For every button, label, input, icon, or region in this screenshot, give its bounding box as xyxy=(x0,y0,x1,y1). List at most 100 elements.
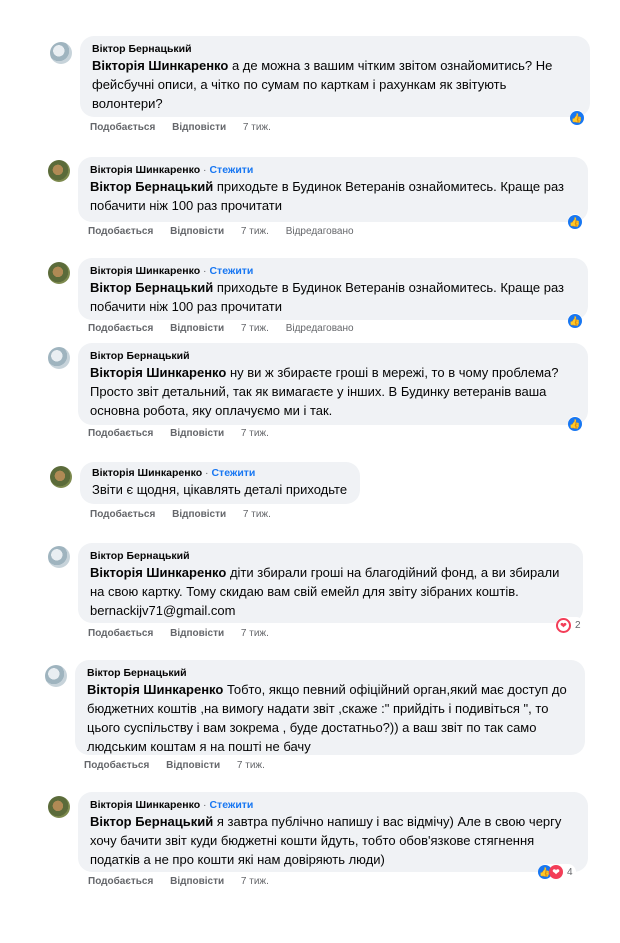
timestamp[interactable]: 7 тиж. xyxy=(241,876,269,887)
timestamp[interactable]: 7 тиж. xyxy=(241,323,269,334)
reaction-summary[interactable]: ❤ 2 xyxy=(556,617,584,633)
follow-button[interactable]: Стежити xyxy=(211,467,255,479)
comment-text: Віктор Бернацький я завтра публічно напи… xyxy=(90,812,576,869)
like-button[interactable]: Подобається xyxy=(88,628,153,639)
separator-dot: · xyxy=(203,799,207,811)
mention-link[interactable]: Віктор Бернацький xyxy=(90,814,213,829)
author-name[interactable]: Вікторія Шинкаренко xyxy=(90,164,200,176)
comment-bubble: Віктор Бернацький Вікторія Шинкаренко То… xyxy=(75,660,585,755)
comment-text: Віктор Бернацький приходьте в Будинок Ве… xyxy=(90,177,576,215)
mention-link[interactable]: Вікторія Шинкаренко xyxy=(87,682,223,697)
comment-text: Віктор Бернацький приходьте в Будинок Ве… xyxy=(90,278,576,316)
like-icon: 👍 xyxy=(570,111,584,125)
author-name[interactable]: Віктор Бернацький xyxy=(92,43,192,55)
comment-actions: Подобається Відповісти 7 тиж. xyxy=(90,509,285,520)
like-button[interactable]: Подобається xyxy=(84,760,149,771)
author-name[interactable]: Віктор Бернацький xyxy=(90,350,190,362)
reaction-summary[interactable]: 👍 xyxy=(568,313,582,329)
author-name[interactable]: Вікторія Шинкаренко xyxy=(90,265,200,277)
comment-author-line: Віктор Бернацький xyxy=(92,42,578,56)
mention-link[interactable]: Вікторія Шинкаренко xyxy=(90,365,226,380)
avatar[interactable] xyxy=(50,466,72,488)
comment-bubble: Віктор Бернацький Вікторія Шинкаренко ну… xyxy=(78,343,588,425)
reply-button[interactable]: Відповісти xyxy=(170,323,224,334)
comment-bubble: Вікторія Шинкаренко · Стежити Віктор Бер… xyxy=(78,792,588,872)
follow-button[interactable]: Стежити xyxy=(209,799,253,811)
mention-link[interactable]: Віктор Бернацький xyxy=(90,280,213,295)
comment-text: Вікторія Шинкаренко Тобто, якщо певний о… xyxy=(87,680,573,756)
comment-bubble: Вікторія Шинкаренко · Стежити Віктор Бер… xyxy=(78,258,588,320)
reply-button[interactable]: Відповісти xyxy=(172,122,226,133)
comment-author-line: Віктор Бернацький xyxy=(90,549,571,563)
author-name[interactable]: Вікторія Шинкаренко xyxy=(90,799,200,811)
reply-button[interactable]: Відповісти xyxy=(170,428,224,439)
author-name[interactable]: Віктор Бернацький xyxy=(87,667,187,679)
like-button[interactable]: Подобається xyxy=(90,509,155,520)
comment-bubble: Віктор Бернацький Вікторія Шинкаренко ді… xyxy=(78,543,583,623)
comment-actions: Подобається Відповісти 7 тиж. xyxy=(88,628,283,639)
edited-label: Відредаговано xyxy=(285,226,354,237)
timestamp[interactable]: 7 тиж. xyxy=(241,628,269,639)
author-name[interactable]: Віктор Бернацький xyxy=(90,550,190,562)
separator-dot: · xyxy=(205,467,209,479)
comment-body: Звіти є щодня, цікавлять деталі приходьт… xyxy=(92,482,348,497)
comment-actions: Подобається Відповісти 7 тиж. xyxy=(84,760,279,771)
reaction-summary[interactable]: 👍 xyxy=(570,110,584,126)
reaction-count: 2 xyxy=(575,619,581,631)
edited-label: Відредаговано xyxy=(285,323,354,334)
avatar[interactable] xyxy=(48,262,70,284)
comment-bubble: Вікторія Шинкаренко · Стежити Звіти є що… xyxy=(80,462,360,504)
timestamp[interactable]: 7 тиж. xyxy=(241,226,269,237)
like-button[interactable]: Подобається xyxy=(88,876,153,887)
timestamp[interactable]: 7 тиж. xyxy=(241,428,269,439)
like-button[interactable]: Подобається xyxy=(88,323,153,334)
timestamp[interactable]: 7 тиж. xyxy=(243,509,271,520)
comment-bubble: Віктор Бернацький Вікторія Шинкаренко а … xyxy=(80,36,590,117)
reaction-summary[interactable]: 👍 xyxy=(568,416,582,432)
reply-button[interactable]: Відповісти xyxy=(172,509,226,520)
avatar[interactable] xyxy=(48,796,70,818)
like-button[interactable]: Подобається xyxy=(88,428,153,439)
like-button[interactable]: Подобається xyxy=(90,122,155,133)
comment-actions: Подобається Відповісти 7 тиж. Відредагов… xyxy=(88,226,368,237)
reply-button[interactable]: Відповісти xyxy=(170,628,224,639)
avatar[interactable] xyxy=(45,665,67,687)
separator-dot: · xyxy=(203,164,207,176)
reaction-summary[interactable]: 👍 ❤ 4 xyxy=(538,864,576,880)
reply-button[interactable]: Відповісти xyxy=(170,226,224,237)
like-icon: 👍 xyxy=(568,417,582,431)
comment-text: Звіти є щодня, цікавлять деталі приходьт… xyxy=(92,480,348,499)
comment-author-line: Віктор Бернацький xyxy=(87,666,573,680)
comment-author-line: Вікторія Шинкаренко · Стежити xyxy=(90,163,576,177)
comment-actions: Подобається Відповісти 7 тиж. xyxy=(88,428,283,439)
like-button[interactable]: Подобається xyxy=(88,226,153,237)
follow-button[interactable]: Стежити xyxy=(209,265,253,277)
comment-actions: Подобається Відповісти 7 тиж. xyxy=(90,122,285,133)
comment-actions: Подобається Відповісти 7 тиж. xyxy=(88,876,283,887)
reaction-count: 4 xyxy=(567,866,573,878)
avatar[interactable] xyxy=(48,347,70,369)
comment-text: Вікторія Шинкаренко а де можна з вашим ч… xyxy=(92,56,578,113)
reaction-summary[interactable]: 👍 xyxy=(568,214,582,230)
mention-link[interactable]: Вікторія Шинкаренко xyxy=(92,58,228,73)
avatar[interactable] xyxy=(50,42,72,64)
avatar[interactable] xyxy=(48,160,70,182)
reply-button[interactable]: Відповісти xyxy=(170,876,224,887)
comment-author-line: Віктор Бернацький xyxy=(90,349,576,363)
comment-bubble: Вікторія Шинкаренко · Стежити Віктор Бер… xyxy=(78,157,588,222)
comment-text: Вікторія Шинкаренко ну ви ж збираєте гро… xyxy=(90,363,576,420)
reply-button[interactable]: Відповісти xyxy=(166,760,220,771)
mention-link[interactable]: Вікторія Шинкаренко xyxy=(90,565,226,580)
like-icon: 👍 xyxy=(568,215,582,229)
mention-link[interactable]: Віктор Бернацький xyxy=(90,179,213,194)
timestamp[interactable]: 7 тиж. xyxy=(243,122,271,133)
comment-actions: Подобається Відповісти 7 тиж. Відредагов… xyxy=(88,323,368,334)
follow-button[interactable]: Стежити xyxy=(209,164,253,176)
comment-author-line: Вікторія Шинкаренко · Стежити xyxy=(92,466,348,480)
timestamp[interactable]: 7 тиж. xyxy=(237,760,265,771)
author-name[interactable]: Вікторія Шинкаренко xyxy=(92,467,202,479)
love-icon: ❤ xyxy=(549,865,563,879)
love-icon: ❤ xyxy=(556,617,571,633)
avatar[interactable] xyxy=(48,546,70,568)
comment-author-line: Вікторія Шинкаренко · Стежити xyxy=(90,264,576,278)
